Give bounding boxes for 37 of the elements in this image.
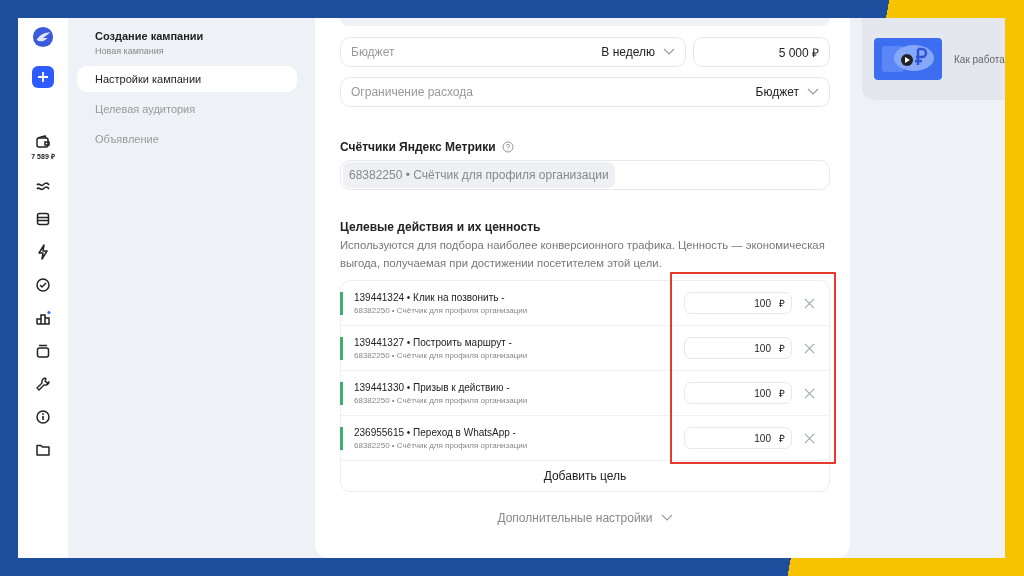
more-settings-link[interactable]: Дополнительные настройки bbox=[495, 511, 675, 525]
create-button[interactable] bbox=[32, 66, 54, 88]
bar-chart-icon[interactable] bbox=[35, 310, 51, 326]
value-field[interactable]: 100 ₽ bbox=[684, 292, 792, 314]
plus-icon bbox=[37, 71, 49, 83]
stack-icon[interactable] bbox=[35, 211, 51, 227]
add-goal-button[interactable]: Добавить цель bbox=[341, 461, 829, 491]
logo-icon[interactable] bbox=[32, 26, 54, 48]
check-circle-icon[interactable] bbox=[35, 277, 51, 293]
chevron-down-icon bbox=[660, 514, 673, 522]
goal-item: 139441324 • Клик на позвонить - 68382250 • Счётчик для профиля организации bbox=[340, 291, 684, 315]
value-field[interactable]: 100 ₽ bbox=[684, 337, 792, 359]
folder-icon[interactable] bbox=[35, 442, 51, 458]
amount-field[interactable]: 5 000 ₽ bbox=[693, 37, 830, 67]
promo-text: Как работа bbox=[954, 53, 1005, 65]
wrench-icon[interactable] bbox=[35, 376, 51, 392]
nav-subtitle: Новая кампания bbox=[94, 46, 165, 56]
promo-card[interactable]: Как работа bbox=[862, 18, 1005, 100]
video-thumbnail-drawing bbox=[874, 38, 942, 80]
section-title: Счётчики Яндекс Метрики bbox=[340, 140, 496, 154]
nav-title: Создание кампании bbox=[94, 30, 205, 42]
goal-item: 139441330 • Призыв к действию - 68382250 • Счётчик для профиля организации bbox=[340, 381, 684, 405]
spend-limit-field[interactable]: Ограничение расхода Бюджет bbox=[340, 77, 830, 107]
goal-item: 236955615 • Переход в WhatsApp - 68382250 • Счётчик для профиля организации bbox=[340, 426, 684, 450]
chevron-down-icon bbox=[807, 88, 819, 96]
value-field[interactable]: 100 ₽ bbox=[684, 382, 792, 404]
info-icon[interactable] bbox=[35, 409, 51, 425]
card-stack-icon[interactable] bbox=[35, 343, 51, 359]
goal-item: 139441327 • Построить маршрут - 68382250 • Счётчик для профиля организации bbox=[340, 336, 684, 360]
value-field[interactable]: 100 ₽ bbox=[684, 427, 792, 449]
lightning-icon[interactable] bbox=[35, 244, 51, 260]
chevron-down-icon bbox=[663, 48, 675, 56]
section-title: Целевые действия и их ценность bbox=[340, 220, 542, 234]
nav-item[interactable]: Настройки кампании bbox=[77, 66, 297, 92]
wallet-icon[interactable] bbox=[35, 134, 51, 150]
budget-field[interactable]: Бюджет В неделю bbox=[340, 37, 686, 67]
section-description: Используются для подбора наиболее конверсионного трафика. Ценность — экономическая выгода, получаемая при достижении посетителем этой цели. bbox=[340, 238, 826, 271]
